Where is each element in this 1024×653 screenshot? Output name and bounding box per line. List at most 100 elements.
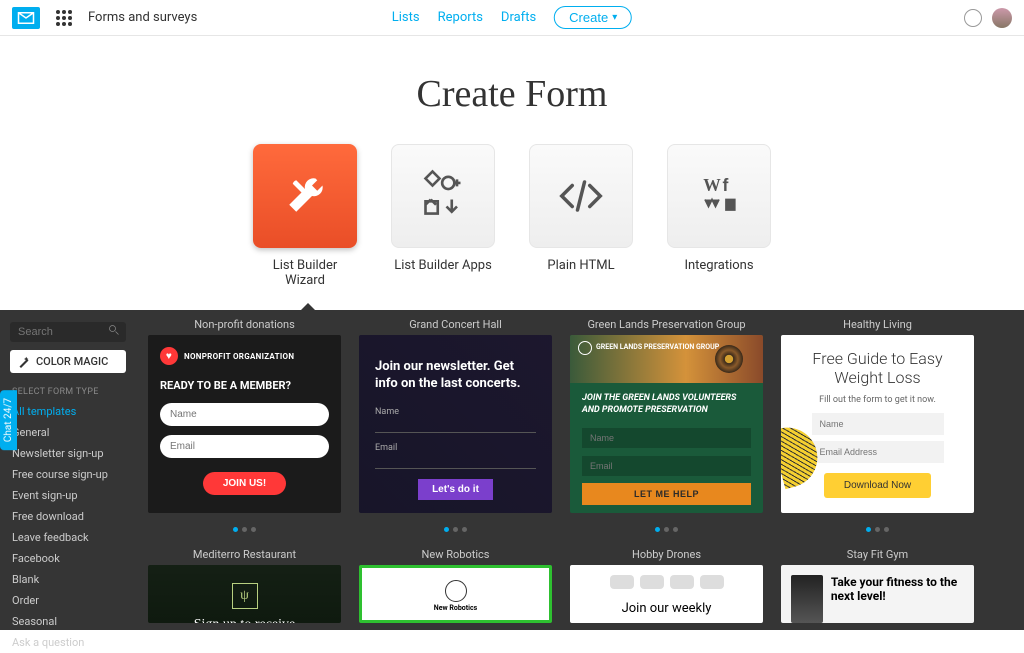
chevron-down-icon: ▾ [612,12,617,23]
template-title: Green Lands Preservation Group [570,318,763,331]
template-title: Healthy Living [781,318,974,331]
template-restaurant[interactable]: ψ Sign up to receive [148,565,341,623]
pagination-dots[interactable] [148,517,341,536]
brand-logo[interactable] [12,7,40,29]
settings-icon[interactable] [964,9,982,27]
template-submit-button[interactable]: LET ME HELP [582,483,751,505]
sidebar-item-ask-question[interactable]: Ask a question [0,632,136,653]
tile-integrations[interactable]: Wf Integrations [667,144,771,288]
tile-label: List Builder Apps [391,258,495,273]
tile-label: List Builder Wizard [253,258,357,288]
template-email-input[interactable] [812,441,944,463]
sidebar-heading: SELECT FORM TYPE [0,383,136,401]
gallery-sidebar: COLOR MAGIC SELECT FORM TYPE All templat… [0,310,136,630]
template-title: Mediterro Restaurant [148,548,341,561]
template-nonprofit[interactable]: ♥ NONPROFIT ORGANIZATION READY TO BE A ME… [148,335,341,513]
nav-drafts[interactable]: Drafts [501,10,536,25]
tile-label: Integrations [667,258,771,273]
template-name-input[interactable] [160,403,329,426]
template-heading: JOIN THE GREEN LANDS VOLUNTEERS AND PROM… [582,393,751,416]
tile-box-apps[interactable] [391,144,495,248]
nav-lists[interactable]: Lists [392,10,420,25]
template-name-input[interactable] [582,428,751,448]
page-title: Create Form [0,72,1024,116]
apps-icon[interactable] [56,10,72,26]
sidebar-item-all-templates[interactable]: All templates [0,401,136,422]
gallery-pointer [300,303,316,311]
sidebar-item-feedback[interactable]: Leave feedback [0,527,136,548]
template-submit-button[interactable]: JOIN US! [203,472,286,495]
template-name-input[interactable] [812,413,944,435]
user-avatar[interactable] [992,8,1012,28]
template-heading: Keep up with our [372,618,539,623]
nav-reports[interactable]: Reports [438,10,483,25]
template-heading: READY TO BE A MEMBER? [160,379,329,392]
sidebar-item-free-download[interactable]: Free download [0,506,136,527]
tile-label: Plain HTML [529,258,633,273]
template-heading: Sign up to receive [162,617,327,623]
pagination-dots[interactable] [359,517,552,536]
color-magic-button[interactable]: COLOR MAGIC [10,350,126,373]
sidebar-item-newsletter[interactable]: Newsletter sign-up [0,443,136,464]
template-email-input[interactable] [582,456,751,476]
template-title: New Robotics [359,548,552,561]
template-grid: Non-profit donations ♥ NONPROFIT ORGANIZA… [136,310,1024,630]
field-label: Name [375,407,536,417]
search-icon [108,324,120,336]
svg-text:f: f [723,175,729,195]
create-button-label: Create [569,10,608,25]
template-concert[interactable]: Join our newsletter. Get info on the las… [359,335,552,513]
template-submit-button[interactable]: Download Now [824,473,931,498]
field-label: Email [375,443,536,453]
sidebar-item-general[interactable]: General [0,422,136,443]
template-drones[interactable]: Join our weekly [570,565,763,623]
template-title: Non-profit donations [148,318,341,331]
template-subtext: Fill out the form to get it now. [795,395,960,405]
drones-image [580,575,753,597]
sidebar-item-free-course[interactable]: Free course sign-up [0,464,136,485]
template-logo-text: GREEN LANDS PRESERVATION GROUP [596,344,719,352]
person-image [791,575,823,623]
template-gallery: COLOR MAGIC SELECT FORM TYPE All templat… [0,310,1024,630]
create-button[interactable]: Create ▾ [554,6,632,29]
template-logo-text: NONPROFIT ORGANIZATION [184,352,294,361]
tile-list-builder-wizard[interactable]: List Builder Wizard [253,144,357,288]
template-heading: Free Guide to Easy Weight Loss [795,349,960,387]
sidebar-item-order[interactable]: Order [0,590,136,611]
template-submit-button[interactable]: Let's do it [418,479,493,500]
breadcrumb: Forms and surveys [88,10,197,25]
tile-box-html[interactable] [529,144,633,248]
tile-list-builder-apps[interactable]: List Builder Apps [391,144,495,288]
template-email-input[interactable] [160,435,329,458]
template-greenlands[interactable]: GREEN LANDS PRESERVATION GROUP JOIN THE … [570,335,763,513]
top-bar: Forms and surveys Lists Reports Drafts C… [0,0,1024,36]
form-type-tiles: List Builder Wizard List Builder Apps Pl… [0,144,1024,288]
globe-icon [578,341,592,355]
template-heading: Join our weekly [580,601,753,616]
animal-eye-image [715,345,743,373]
color-magic-label: COLOR MAGIC [36,355,108,368]
integrations-icon: Wf [691,168,747,224]
code-icon [553,168,609,224]
sidebar-item-facebook[interactable]: Facebook [0,548,136,569]
pagination-dots[interactable] [570,517,763,536]
template-robotics[interactable]: New Robotics Keep up with our [359,565,552,623]
apps-grid-icon [415,168,471,224]
sidebar-item-blank[interactable]: Blank [0,569,136,590]
heart-icon: ♥ [160,347,178,365]
wrench-icon [277,168,333,224]
template-gym[interactable]: Take your fitness to the next level! [781,565,974,623]
template-heading: Take your fitness to the next level! [831,575,964,613]
tile-box-integrations[interactable]: Wf [667,144,771,248]
tile-box-wizard[interactable] [253,144,357,248]
template-title: Stay Fit Gym [781,548,974,561]
chat-tab[interactable]: Chat 24/7 [0,390,17,450]
sidebar-item-seasonal[interactable]: Seasonal [0,611,136,632]
template-healthy[interactable]: Free Guide to Easy Weight Loss Fill out … [781,335,974,513]
tile-plain-html[interactable]: Plain HTML [529,144,633,288]
pagination-dots[interactable] [781,517,974,536]
wand-icon [18,356,30,368]
sidebar-item-event[interactable]: Event sign-up [0,485,136,506]
template-title: Hobby Drones [570,548,763,561]
center-nav: Lists Reports Drafts Create ▾ [392,6,632,29]
